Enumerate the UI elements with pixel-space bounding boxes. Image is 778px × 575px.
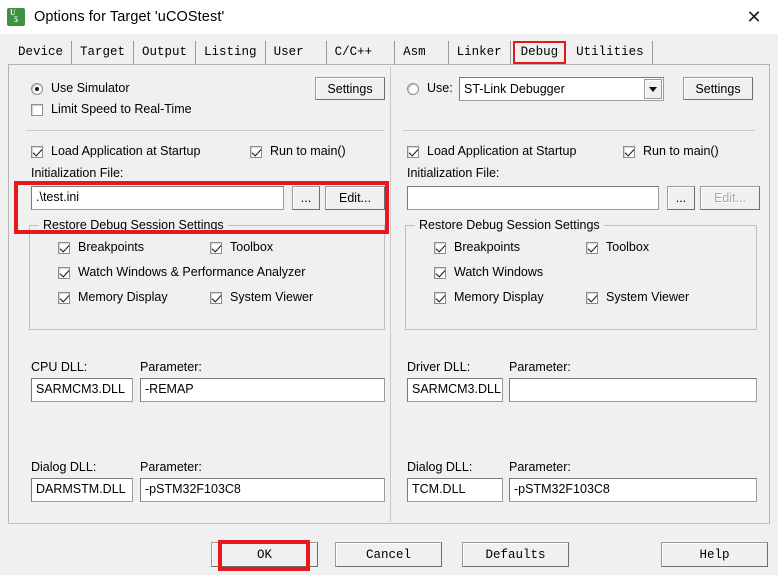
- right-system-viewer-checkbox[interactable]: [586, 292, 598, 304]
- driver-dll-label: Driver DLL:: [407, 360, 471, 374]
- right-dialog-dll-label: Dialog DLL:: [407, 460, 473, 474]
- tab-debug[interactable]: Debug: [512, 41, 567, 64]
- window-title: Options for Target 'uCOStest': [34, 9, 225, 25]
- cpu-dll-label: CPU DLL:: [31, 360, 88, 374]
- debugger-settings-button[interactable]: Settings: [683, 77, 753, 100]
- left-watch-windows-checkbox[interactable]: [58, 267, 70, 279]
- left-load-app-label: Load Application at Startup: [51, 144, 201, 158]
- uvision-logo-icon: U 5: [7, 8, 25, 26]
- right-memory-display-label: Memory Display: [454, 290, 544, 304]
- tab-listing[interactable]: Listing: [196, 41, 266, 64]
- right-load-app-label: Load Application at Startup: [427, 144, 577, 158]
- help-button[interactable]: Help: [661, 542, 768, 567]
- right-watch-windows-checkbox[interactable]: [434, 267, 446, 279]
- tab-utilities[interactable]: Utilities: [568, 41, 653, 64]
- right-toolbox-label: Toolbox: [606, 240, 650, 254]
- debug-panel: Use Simulator Limit Speed to Real-Time S…: [8, 64, 770, 523]
- tab-linker[interactable]: Linker: [449, 41, 511, 64]
- right-toolbox-checkbox[interactable]: [586, 242, 598, 254]
- defaults-button[interactable]: Defaults: [462, 542, 569, 567]
- driver-dll-input[interactable]: SARMCM3.DLL: [407, 378, 503, 402]
- tab-c-cpp[interactable]: C/C++: [327, 41, 396, 64]
- right-dialog-parameter-input[interactable]: -pSTM32F103C8: [509, 478, 757, 502]
- limit-speed-checkbox[interactable]: [31, 104, 43, 116]
- left-watch-windows-label: Watch Windows & Performance Analyzer: [78, 265, 306, 279]
- right-restore-session-title: Restore Debug Session Settings: [415, 218, 604, 232]
- left-memory-display-checkbox[interactable]: [58, 292, 70, 304]
- debugger-select[interactable]: ST-Link Debugger: [459, 77, 664, 101]
- debugger-select-value: ST-Link Debugger: [464, 82, 565, 96]
- close-icon[interactable]: ✕: [740, 4, 768, 30]
- right-edit-button: Edit...: [700, 186, 760, 210]
- left-restore-session-title: Restore Debug Session Settings: [39, 218, 228, 232]
- tab-device[interactable]: Device: [10, 41, 73, 64]
- right-watch-windows-label: Watch Windows: [454, 265, 544, 279]
- left-init-file-label: Initialization File:: [31, 166, 124, 180]
- logo-glyph-bottom: 5: [14, 15, 18, 24]
- driver-parameter-input[interactable]: [509, 378, 757, 402]
- left-init-file-input[interactable]: .\test.ini: [31, 186, 284, 210]
- cancel-button[interactable]: Cancel: [335, 542, 442, 567]
- right-init-file-label: Initialization File:: [407, 166, 500, 180]
- debugger-pane: Use: ST-Link Debugger Settings Load Appl…: [391, 65, 770, 524]
- cpu-parameter-input[interactable]: -REMAP: [140, 378, 385, 402]
- right-breakpoints-checkbox[interactable]: [434, 242, 446, 254]
- tab-output[interactable]: Output: [134, 41, 197, 64]
- use-simulator-label: Use Simulator: [51, 81, 130, 95]
- left-memory-display-label: Memory Display: [78, 290, 168, 304]
- ok-button[interactable]: OK: [211, 542, 318, 567]
- right-run-to-main-label: Run to main(): [643, 144, 719, 158]
- chevron-down-icon[interactable]: [644, 79, 662, 99]
- cpu-dll-input[interactable]: SARMCM3.DLL: [31, 378, 133, 402]
- simulator-settings-button[interactable]: Settings: [315, 77, 385, 100]
- left-breakpoints-checkbox[interactable]: [58, 242, 70, 254]
- right-run-to-main-checkbox[interactable]: [623, 146, 635, 158]
- left-dialog-dll-label: Dialog DLL:: [31, 460, 97, 474]
- left-restore-session-group: Restore Debug Session Settings Breakpoin…: [29, 218, 385, 330]
- use-simulator-radio[interactable]: [31, 83, 43, 95]
- right-load-app-checkbox[interactable]: [407, 146, 419, 158]
- tab-target[interactable]: Target: [72, 41, 135, 64]
- use-debugger-label: Use:: [427, 81, 453, 95]
- left-system-viewer-checkbox[interactable]: [210, 292, 222, 304]
- left-edit-button[interactable]: Edit...: [325, 186, 385, 210]
- left-dialog-parameter-label: Parameter:: [140, 460, 202, 474]
- driver-parameter-label: Parameter:: [509, 360, 571, 374]
- title-bar: U 5 Options for Target 'uCOStest' ✕: [0, 0, 778, 34]
- left-dialog-dll-input[interactable]: DARMSTM.DLL: [31, 478, 133, 502]
- left-system-viewer-label: System Viewer: [230, 290, 314, 304]
- cpu-parameter-label: Parameter:: [140, 360, 202, 374]
- right-dialog-dll-input[interactable]: TCM.DLL: [407, 478, 503, 502]
- simulator-pane: Use Simulator Limit Speed to Real-Time S…: [9, 65, 390, 524]
- left-load-app-checkbox[interactable]: [31, 146, 43, 158]
- tab-asm[interactable]: Asm: [395, 41, 449, 64]
- tab-strip: Device Target Output Listing User C/C++ …: [0, 34, 778, 64]
- left-dialog-parameter-input[interactable]: -pSTM32F103C8: [140, 478, 385, 502]
- left-browse-button[interactable]: ...: [292, 186, 320, 210]
- right-breakpoints-label: Breakpoints: [454, 240, 521, 254]
- use-debugger-radio[interactable]: [407, 83, 419, 95]
- options-dialog: U 5 Options for Target 'uCOStest' ✕ Devi…: [0, 0, 778, 575]
- tab-user[interactable]: User: [266, 41, 327, 64]
- footer-bar: OK Cancel Defaults Help: [0, 524, 778, 575]
- right-system-viewer-label: System Viewer: [606, 290, 690, 304]
- left-separator: [26, 130, 384, 131]
- right-separator: [403, 130, 755, 131]
- left-run-to-main-label: Run to main(): [270, 144, 346, 158]
- left-run-to-main-checkbox[interactable]: [250, 146, 262, 158]
- left-toolbox-checkbox[interactable]: [210, 242, 222, 254]
- right-restore-session-group: Restore Debug Session Settings Breakpoin…: [405, 218, 757, 330]
- left-breakpoints-label: Breakpoints: [78, 240, 145, 254]
- left-toolbox-label: Toolbox: [230, 240, 274, 254]
- right-init-file-input[interactable]: [407, 186, 659, 210]
- right-memory-display-checkbox[interactable]: [434, 292, 446, 304]
- right-browse-button[interactable]: ...: [667, 186, 695, 210]
- right-dialog-parameter-label: Parameter:: [509, 460, 571, 474]
- limit-speed-label: Limit Speed to Real-Time: [51, 102, 192, 116]
